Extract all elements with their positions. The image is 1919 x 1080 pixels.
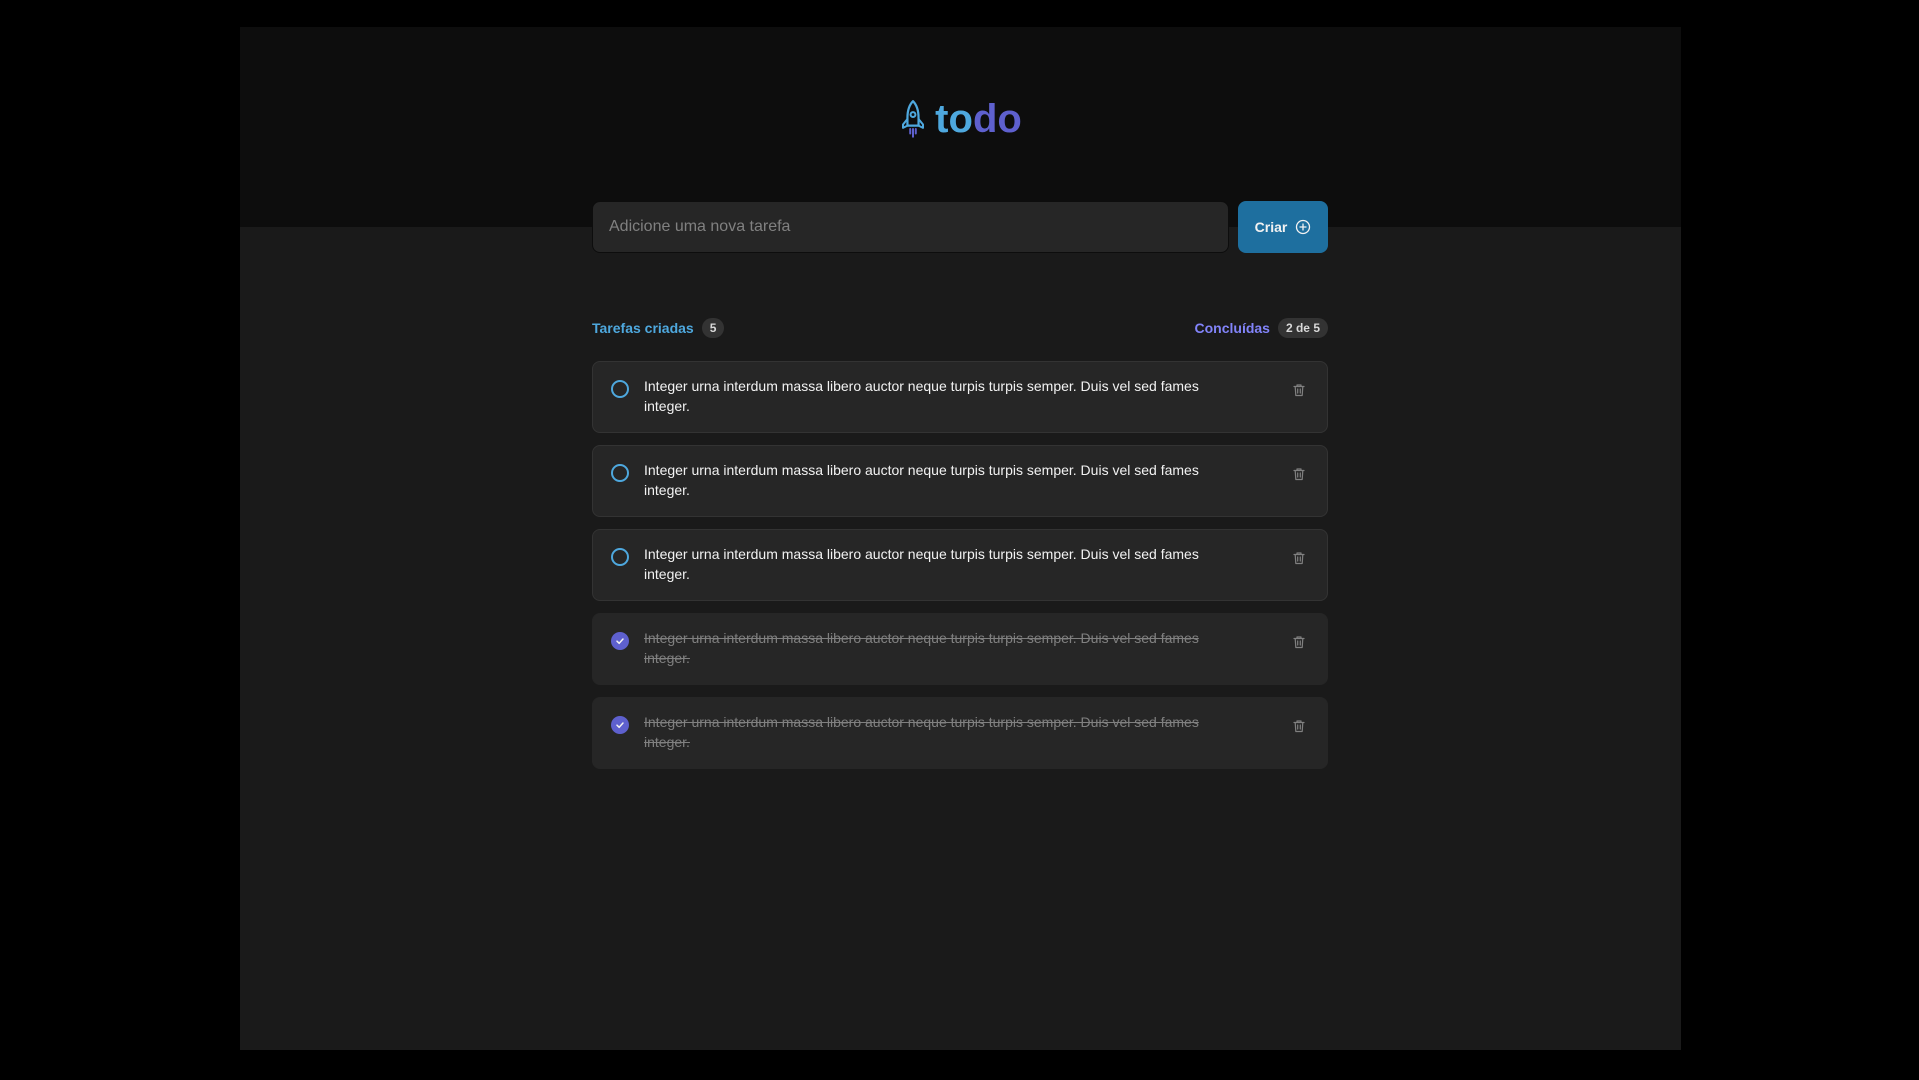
- task-checkbox[interactable]: [611, 464, 629, 482]
- created-count-badge: 5: [701, 318, 725, 338]
- done-summary: Concluídas 2 de 5: [1194, 318, 1328, 338]
- create-task-button[interactable]: Criar: [1238, 201, 1328, 253]
- task-checkbox[interactable]: [611, 548, 629, 566]
- created-label: Tarefas criadas: [592, 320, 694, 336]
- delete-task-button[interactable]: [1289, 548, 1309, 568]
- delete-task-button[interactable]: [1289, 716, 1309, 736]
- brand-part-2: do: [972, 97, 1022, 141]
- check-icon: [616, 638, 624, 645]
- logo: todo: [240, 99, 1681, 139]
- app-frame: todo Criar Tarefas criadas 5 Concluídas …: [240, 27, 1681, 1050]
- delete-task-button[interactable]: [1289, 464, 1309, 484]
- brand-name: todo: [935, 99, 1022, 139]
- done-label: Concluídas: [1194, 320, 1270, 336]
- task-text: Integer urna interdum massa libero aucto…: [644, 546, 1199, 582]
- new-task-input[interactable]: [592, 201, 1229, 253]
- create-button-label: Criar: [1254, 219, 1288, 235]
- task-text: Integer urna interdum massa libero aucto…: [644, 630, 1199, 666]
- done-count-badge: 2 de 5: [1277, 318, 1328, 338]
- trash-icon: [1293, 384, 1305, 397]
- task-item: Integer urna interdum massa libero aucto…: [592, 529, 1328, 601]
- created-summary: Tarefas criadas 5: [592, 318, 725, 338]
- rocket-icon: [902, 100, 925, 138]
- task-checkbox[interactable]: [611, 380, 629, 398]
- task-item: Integer urna interdum massa libero aucto…: [592, 697, 1328, 769]
- task-text: Integer urna interdum massa libero aucto…: [644, 378, 1199, 414]
- trash-icon: [1293, 720, 1305, 733]
- trash-icon: [1293, 552, 1305, 565]
- task-checkbox[interactable]: [611, 716, 629, 734]
- check-icon: [616, 722, 624, 729]
- task-item: Integer urna interdum massa libero aucto…: [592, 613, 1328, 685]
- delete-task-button[interactable]: [1289, 632, 1309, 652]
- task-item: Integer urna interdum massa libero aucto…: [592, 361, 1328, 433]
- trash-icon: [1293, 636, 1305, 649]
- task-checkbox[interactable]: [611, 632, 629, 650]
- trash-icon: [1293, 468, 1305, 481]
- task-list: Integer urna interdum massa libero aucto…: [592, 361, 1328, 769]
- new-task-form: Criar: [592, 201, 1328, 253]
- brand-part-1: to: [935, 97, 973, 141]
- task-text: Integer urna interdum massa libero aucto…: [644, 714, 1199, 750]
- delete-task-button[interactable]: [1289, 380, 1309, 400]
- task-text: Integer urna interdum massa libero aucto…: [644, 462, 1199, 498]
- task-summary: Tarefas criadas 5 Concluídas 2 de 5: [592, 317, 1328, 339]
- task-item: Integer urna interdum massa libero aucto…: [592, 445, 1328, 517]
- plus-circle-icon: [1296, 219, 1311, 235]
